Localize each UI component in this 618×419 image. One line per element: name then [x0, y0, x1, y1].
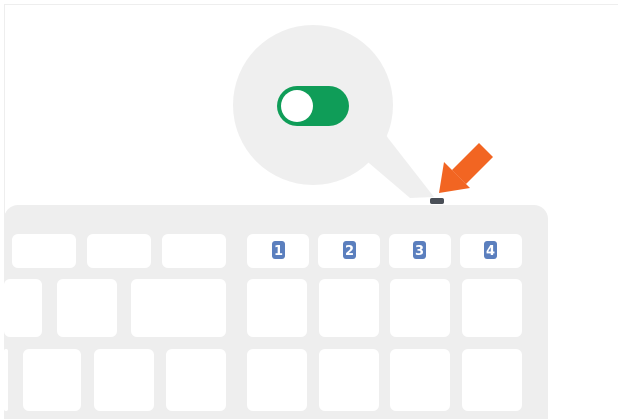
status-led [430, 198, 444, 204]
key [12, 234, 76, 268]
key [390, 349, 450, 411]
number-badge-4: 4 [484, 241, 497, 259]
key [162, 234, 226, 268]
key [319, 279, 379, 337]
key [4, 279, 42, 337]
key [23, 349, 81, 411]
number-badge-1: 1 [272, 241, 285, 259]
number-badge-2: 2 [343, 241, 356, 259]
key [462, 279, 522, 337]
key [94, 349, 154, 411]
key [87, 234, 151, 268]
key [319, 349, 379, 411]
arrow-pointing-down-left-icon [439, 143, 493, 193]
number-label-2: 2 [345, 244, 354, 259]
keyboard-illustration: 1 2 3 4 [4, 25, 548, 419]
key [131, 279, 226, 337]
number-label-3: 3 [415, 244, 424, 259]
number-label-4: 4 [486, 244, 495, 259]
key [462, 349, 522, 411]
key [4, 349, 8, 411]
key [166, 349, 226, 411]
toggle-switch-on-icon [277, 86, 349, 126]
number-label-1: 1 [274, 244, 283, 259]
key [390, 279, 450, 337]
key [247, 349, 307, 411]
number-badge-3: 3 [413, 241, 426, 259]
key [57, 279, 117, 337]
key [247, 279, 307, 337]
